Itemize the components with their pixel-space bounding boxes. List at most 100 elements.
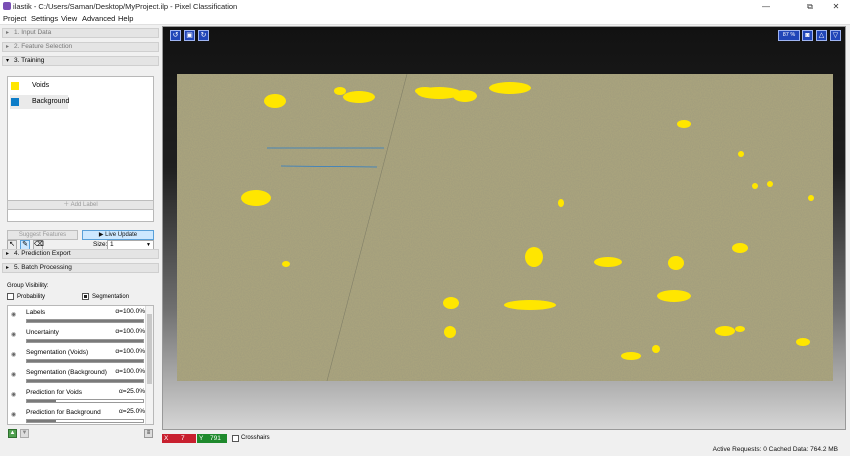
- label-item-voids[interactable]: Voids: [10, 79, 68, 93]
- window-title: ilastik - C:/Users/Saman/Desktop/MyProje…: [13, 2, 238, 11]
- step-feature-selection[interactable]: ▸ 2. Feature Selection: [2, 42, 159, 52]
- micrograph-image[interactable]: [177, 74, 833, 381]
- eye-icon[interactable]: ◉: [11, 351, 16, 358]
- segmentation-checkbox[interactable]: [82, 293, 89, 300]
- step-prediction-export[interactable]: ▸ 4. Prediction Export: [2, 249, 159, 259]
- opacity-slider[interactable]: [26, 319, 144, 323]
- step-batch-processing[interactable]: ▸ 5. Batch Processing: [2, 263, 159, 273]
- opacity-slider[interactable]: [26, 379, 144, 383]
- add-label-text: Add Label: [70, 202, 98, 208]
- menu-settings[interactable]: Settings: [31, 14, 58, 23]
- eye-icon[interactable]: ◉: [11, 331, 16, 338]
- add-label-button[interactable]: ＋ Add Label: [7, 200, 154, 210]
- chevron-right-icon: ▸: [6, 30, 10, 36]
- menu-help[interactable]: Help: [118, 14, 133, 23]
- x-coordinate: X 7: [162, 434, 196, 443]
- layer-row[interactable]: ◉ Labels α=100.0%: [8, 308, 146, 328]
- eye-icon[interactable]: ◉: [11, 391, 16, 398]
- brush-size-label: Size:: [93, 241, 108, 248]
- fit-view-icon[interactable]: ▣: [184, 30, 195, 41]
- step-label: 5. Batch Processing: [14, 264, 72, 271]
- layer-list: ◉ Labels α=100.0% ◉ Uncertainty α=100.0%…: [7, 305, 154, 425]
- layers-icon: ≡: [146, 430, 151, 436]
- x-value: 7: [181, 435, 185, 442]
- segmentation-label: Segmentation: [92, 294, 130, 300]
- zoom-level-badge: 87 %: [778, 30, 800, 41]
- crosshairs-checkbox[interactable]: [232, 435, 239, 442]
- void-region: [808, 195, 814, 201]
- image-viewer[interactable]: ↺ ▣ ↻ 87 % ◙ △ ▽: [162, 26, 846, 430]
- maximize-button[interactable]: ⧉: [796, 0, 824, 13]
- step-training[interactable]: ▾ 3. Training: [2, 56, 159, 66]
- menu-project[interactable]: Project: [3, 14, 26, 23]
- opacity-slider[interactable]: [26, 419, 144, 423]
- ilastik-logo-icon: [3, 2, 11, 10]
- play-icon: ▶: [98, 232, 104, 238]
- live-update-text: Live Update: [105, 232, 138, 238]
- layer-opacity-value: α=100.0%: [115, 308, 145, 315]
- eye-icon[interactable]: ◉: [11, 311, 16, 318]
- scrollbar-thumb[interactable]: [147, 314, 152, 384]
- label-color-swatch[interactable]: [11, 82, 19, 90]
- void-region: [594, 257, 622, 267]
- screenshot-camera-icon[interactable]: ◙: [802, 30, 813, 41]
- arrow-up-icon: ▲: [9, 430, 16, 436]
- label-color-swatch[interactable]: [11, 98, 19, 106]
- layer-settings-button[interactable]: ≡: [144, 429, 153, 438]
- layer-name: Prediction for Background: [26, 409, 101, 416]
- opacity-slider[interactable]: [26, 339, 144, 343]
- layer-name: Labels: [26, 309, 46, 316]
- eraser-icon: ⌫: [34, 241, 44, 248]
- label-item-background[interactable]: Background: [10, 95, 70, 109]
- layer-list-scrollbar[interactable]: [145, 306, 153, 424]
- layer-row[interactable]: ◉ Prediction for Voids α=25.0%: [8, 388, 146, 408]
- opacity-slider[interactable]: [26, 399, 144, 403]
- void-region: [415, 87, 435, 95]
- label-name: Background: [32, 98, 70, 105]
- zoom-in-icon[interactable]: △: [816, 30, 827, 41]
- probability-label: Probability: [17, 294, 46, 300]
- void-region: [677, 120, 691, 128]
- brush-size-value: 1: [110, 241, 114, 248]
- status-bar-text: Active Requests: 0 Cached Data: 764.2 MB: [712, 446, 838, 453]
- layer-opacity-value: α=25.0%: [119, 388, 145, 395]
- void-region: [735, 326, 745, 332]
- cursor-arrow-icon: ↖: [9, 241, 15, 248]
- layer-row[interactable]: ◉ Segmentation (Voids) α=100.0%: [8, 348, 146, 368]
- live-update-button[interactable]: ▶ Live Update: [82, 230, 154, 240]
- layer-row[interactable]: ◉ Uncertainty α=100.0%: [8, 328, 146, 348]
- opacity-fill: [27, 320, 143, 322]
- opacity-fill: [27, 420, 56, 422]
- probability-checkbox[interactable]: [7, 293, 14, 300]
- minimize-button[interactable]: —: [752, 0, 780, 13]
- chevron-right-icon: ▸: [6, 251, 10, 257]
- suggest-features-button[interactable]: Suggest Features: [7, 230, 78, 240]
- layer-opacity-value: α=100.0%: [115, 348, 145, 355]
- step-input-data[interactable]: ▸ 1. Input Data: [2, 28, 159, 38]
- opacity-slider[interactable]: [26, 359, 144, 363]
- add-layer-button[interactable]: ▲: [8, 429, 17, 438]
- plus-icon: ＋: [63, 202, 70, 208]
- menu-view[interactable]: View: [61, 14, 77, 23]
- label-name: Voids: [32, 82, 50, 89]
- void-region: [715, 326, 735, 336]
- close-button[interactable]: ✕: [822, 0, 850, 13]
- opacity-fill: [27, 360, 143, 362]
- group-visibility-label: Group Visibility:: [7, 283, 49, 289]
- layer-row[interactable]: ◉ Segmentation (Background) α=100.0%: [8, 368, 146, 388]
- layer-row[interactable]: ◉ Prediction for Background α=25.0%: [8, 408, 146, 424]
- eye-icon[interactable]: ◉: [11, 411, 16, 418]
- layer-opacity-value: α=100.0%: [115, 328, 145, 335]
- layer-name: Segmentation (Background): [26, 369, 107, 376]
- rotate-left-icon[interactable]: ↺: [170, 30, 181, 41]
- zoom-out-icon[interactable]: ▽: [830, 30, 841, 41]
- void-region: [334, 87, 346, 95]
- eye-icon[interactable]: ◉: [11, 371, 16, 378]
- chevron-right-icon: ▸: [6, 44, 10, 50]
- rotate-right-icon[interactable]: ↻: [198, 30, 209, 41]
- layer-name: Uncertainty: [26, 329, 59, 336]
- void-region: [767, 181, 773, 187]
- menu-advanced[interactable]: Advanced: [82, 14, 115, 23]
- y-value: 791: [210, 435, 221, 442]
- move-layer-button[interactable]: ▼: [20, 429, 29, 438]
